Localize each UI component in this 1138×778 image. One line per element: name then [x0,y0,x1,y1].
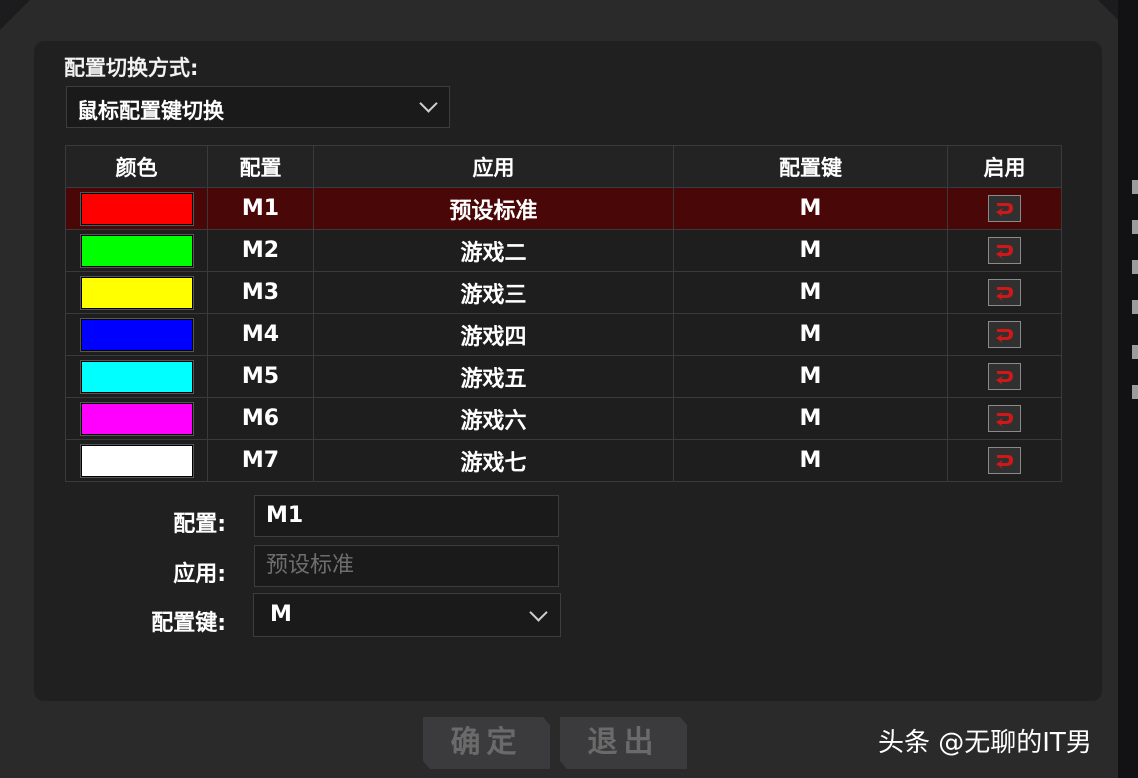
side-glyph [1132,300,1138,314]
profile-cell: M2 [207,229,314,272]
header-app: 应用 [313,145,674,188]
color-cell [65,313,208,356]
key-cell: M [673,313,948,356]
switch-mode-select[interactable]: 鼠标配置键切换 [66,86,450,128]
red-arrow-icon [996,371,1013,385]
table-row[interactable]: M4 游戏四 M [65,313,1062,356]
chevron-down-icon [529,603,548,622]
color-swatch[interactable] [80,402,193,435]
color-cell [65,355,208,398]
switch-mode-value: 鼠标配置键切换 [77,99,224,123]
color-cell [65,271,208,314]
profile-cell: M4 [207,313,314,356]
enable-cell [947,439,1062,482]
app-field-label: 应用: [173,562,226,587]
switch-mode-label: 配置切换方式: [64,56,199,80]
red-arrow-icon [996,413,1013,427]
key-cell: M [673,271,948,314]
confirm-button[interactable]: 确定 [423,717,550,769]
header-key: 配置键 [673,145,948,188]
red-arrow-icon [996,287,1013,301]
red-arrow-icon [996,203,1013,217]
enable-button[interactable] [988,237,1021,264]
side-glyph [1132,180,1138,194]
side-glyph [1132,260,1138,274]
app-cell: 游戏三 [313,271,674,314]
enable-cell [947,229,1062,272]
side-glyph [1132,385,1138,399]
table-row[interactable]: M3 游戏三 M [65,271,1062,314]
table-row[interactable]: M1 预设标准 M [65,187,1062,230]
app-field[interactable]: 预设标准 [254,545,559,587]
color-swatch[interactable] [80,318,193,351]
color-swatch[interactable] [80,360,193,393]
profile-cell: M5 [207,355,314,398]
color-swatch[interactable] [80,234,193,267]
table-row[interactable]: M5 游戏五 M [65,355,1062,398]
header-color: 颜色 [65,145,208,188]
profile-cell: M1 [207,187,314,230]
profile-field[interactable]: M1 [254,495,559,537]
table-row[interactable]: M2 游戏二 M [65,229,1062,272]
enable-button[interactable] [988,447,1021,474]
app-cell: 游戏五 [313,355,674,398]
profile-field-label: 配置: [173,512,226,537]
color-cell [65,229,208,272]
key-select[interactable]: M [253,593,561,637]
enable-button[interactable] [988,195,1021,222]
key-cell: M [673,229,948,272]
header-enable: 启用 [947,145,1062,188]
chevron-down-icon [419,94,438,113]
red-arrow-icon [996,455,1013,469]
color-cell [65,439,208,482]
key-cell: M [673,187,948,230]
watermark: 头条 @无聊的IT男 [878,728,1092,758]
profile-cell: M3 [207,271,314,314]
exit-button[interactable]: 退出 [560,717,687,769]
color-swatch[interactable] [80,192,193,225]
enable-cell [947,187,1062,230]
app-cell: 预设标准 [313,187,674,230]
red-arrow-icon [996,245,1013,259]
enable-cell [947,397,1062,440]
enable-button[interactable] [988,363,1021,390]
table-row[interactable]: M7 游戏七 M [65,439,1062,482]
app-cell: 游戏六 [313,397,674,440]
profile-cell: M6 [207,397,314,440]
key-cell: M [673,397,948,440]
key-cell: M [673,439,948,482]
color-cell [65,397,208,440]
color-swatch[interactable] [80,276,193,309]
red-arrow-icon [996,329,1013,343]
key-select-value: M [270,602,292,627]
table-header-row: 颜色 配置 应用 配置键 启用 [65,145,1062,188]
enable-cell [947,271,1062,314]
side-glyph [1132,220,1138,234]
profile-table: 颜色 配置 应用 配置键 启用 M1 预设标准 M M2 游戏二 M M3 游戏三 M M4 游戏四… [65,145,1062,482]
color-cell [65,187,208,230]
enable-cell [947,313,1062,356]
enable-cell [947,355,1062,398]
app-cell: 游戏二 [313,229,674,272]
app-cell: 游戏四 [313,313,674,356]
enable-button[interactable] [988,321,1021,348]
profile-cell: M7 [207,439,314,482]
side-glyph [1132,345,1138,359]
key-field-label: 配置键: [151,611,226,636]
enable-button[interactable] [988,405,1021,432]
key-cell: M [673,355,948,398]
enable-button[interactable] [988,279,1021,306]
color-swatch[interactable] [80,444,193,477]
header-profile: 配置 [207,145,314,188]
table-row[interactable]: M6 游戏六 M [65,397,1062,440]
app-cell: 游戏七 [313,439,674,482]
